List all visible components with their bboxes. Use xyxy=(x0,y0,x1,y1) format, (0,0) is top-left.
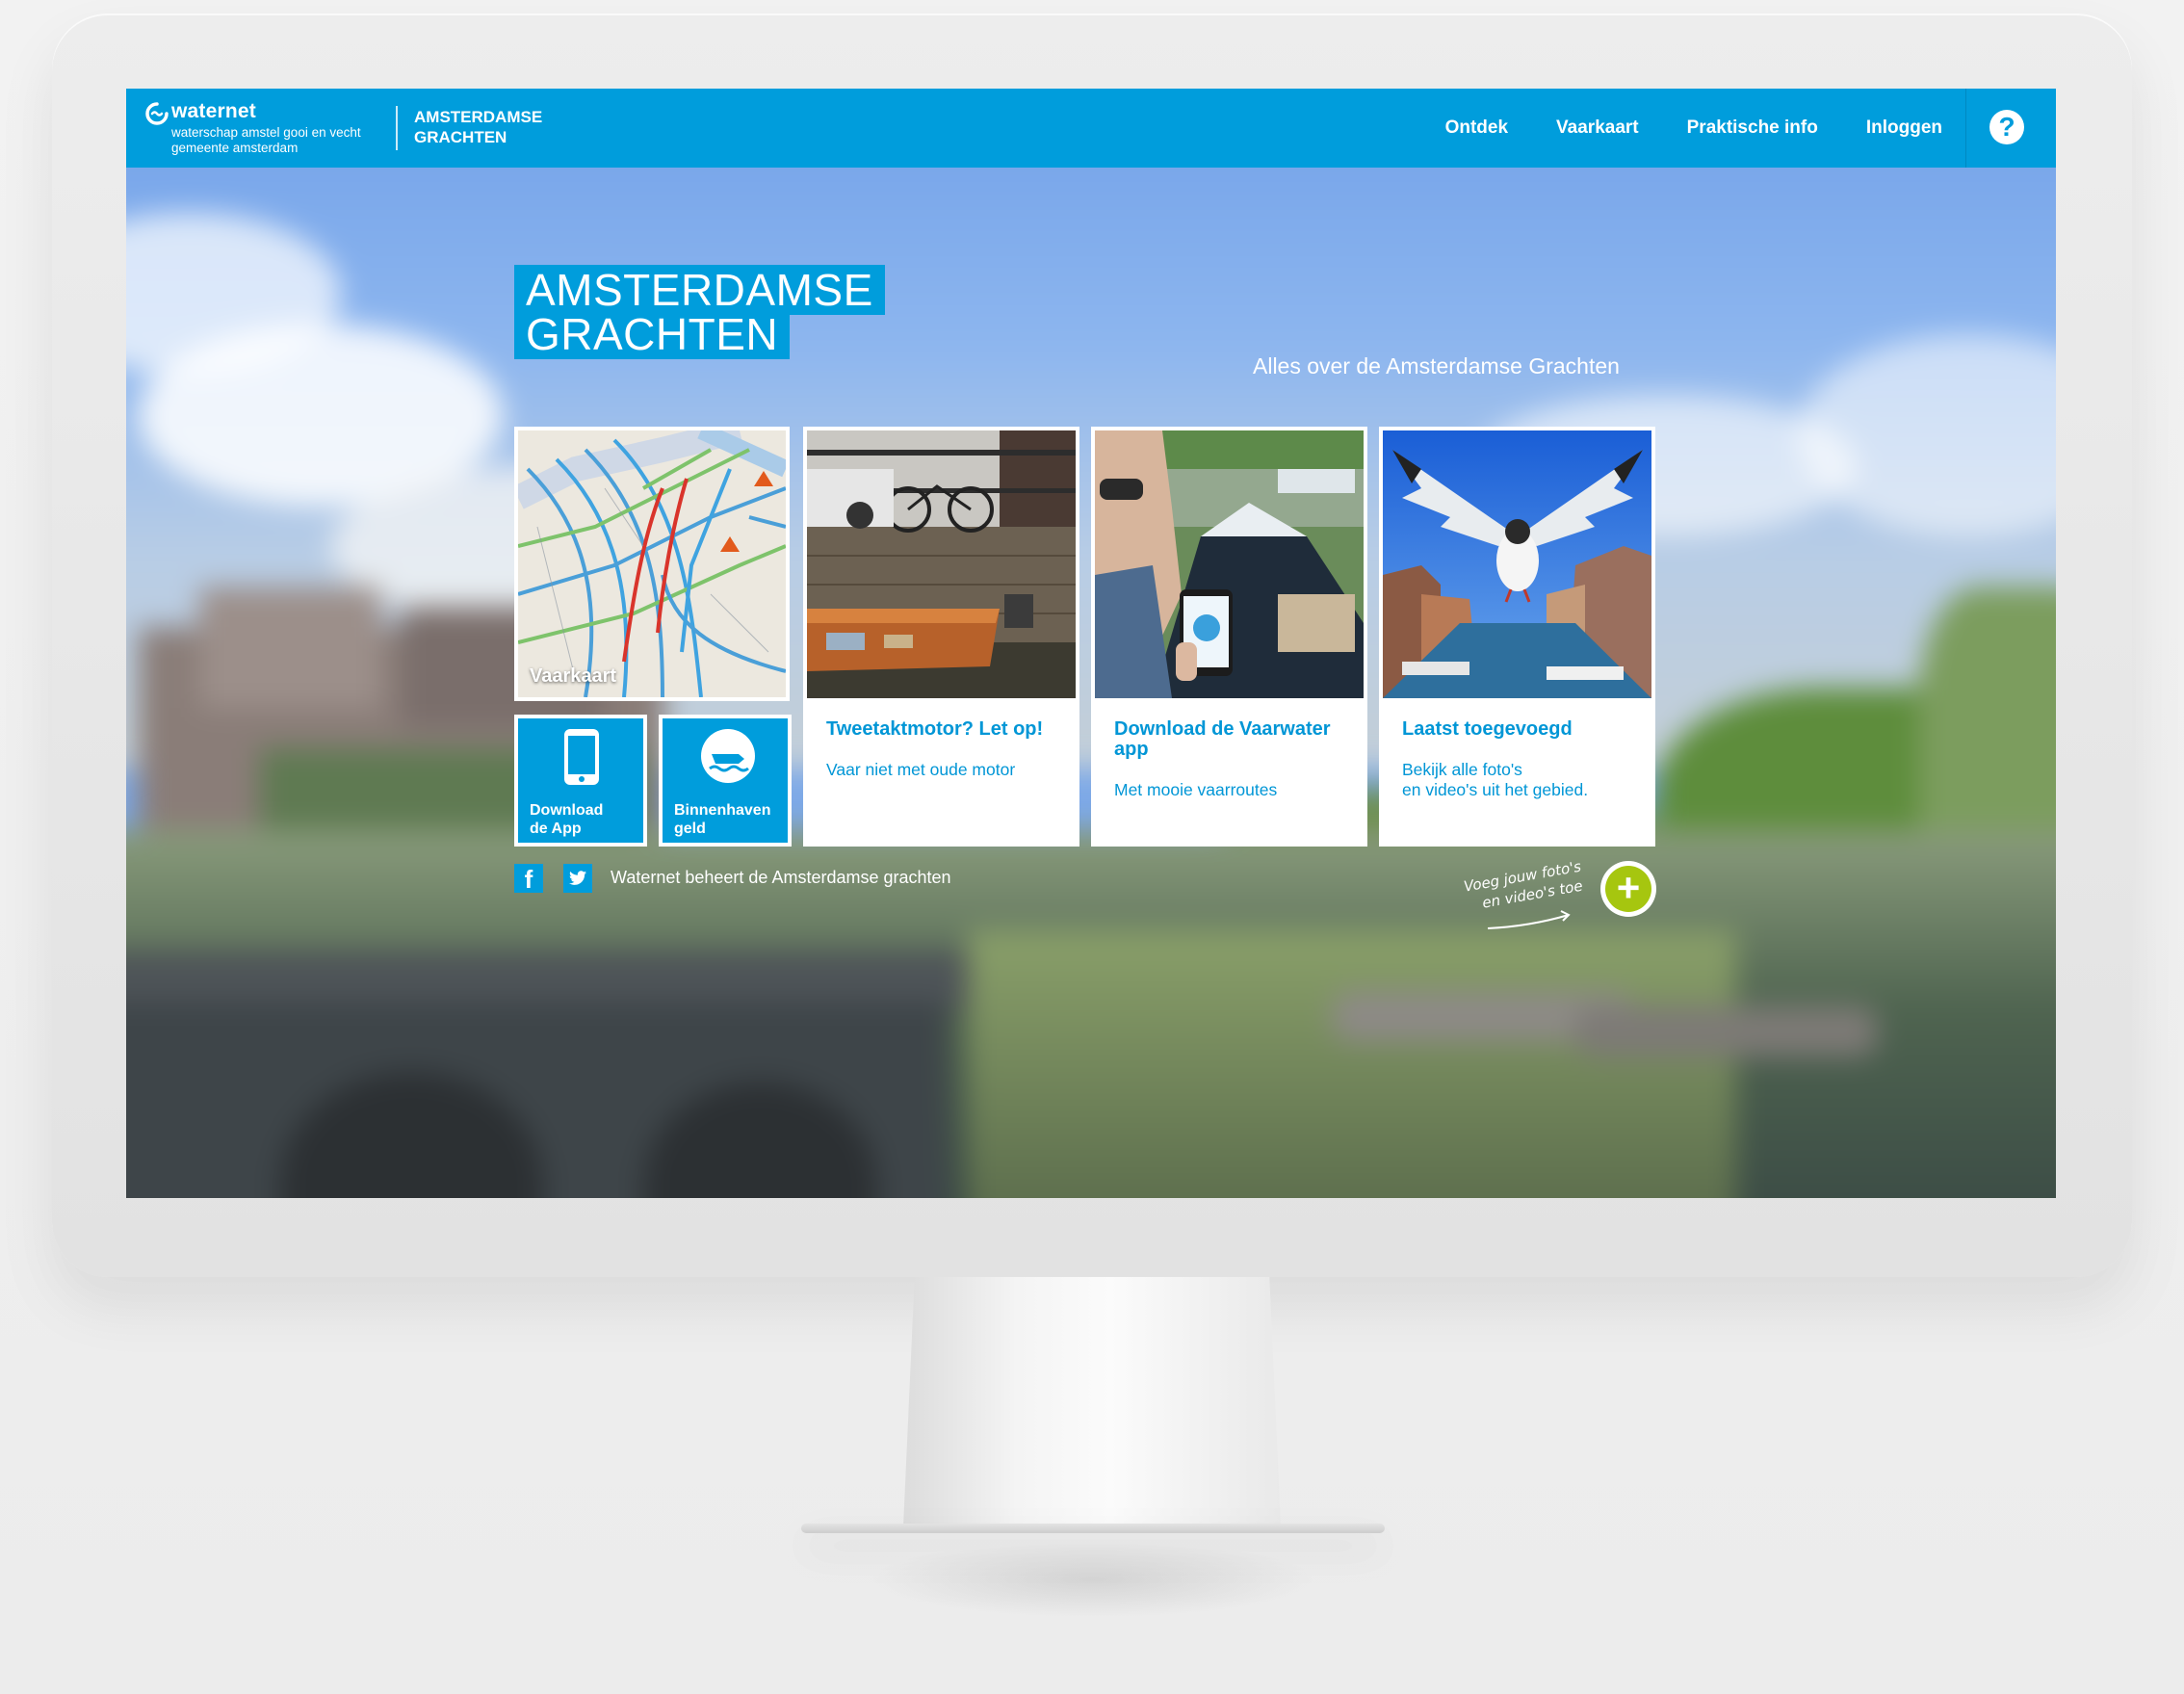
download-app-label-line2: de App xyxy=(530,821,582,837)
help-button[interactable]: ? xyxy=(1965,89,2056,168)
add-media-cta[interactable]: Voeg jouw foto's en video's toe + xyxy=(1463,858,1657,938)
twitter-bird xyxy=(569,871,586,885)
vaarkaart-tile[interactable]: Vaarkaart xyxy=(514,427,790,701)
card-tweetaktmotor[interactable]: Tweetaktmotor? Let op! Vaar niet met oud… xyxy=(803,427,1079,847)
stand-shadow xyxy=(867,1541,1319,1618)
twitter-icon[interactable] xyxy=(563,864,592,893)
card-description: Met mooie vaarroutes xyxy=(1114,780,1278,799)
site-title-line1: AMSTERDAMSE xyxy=(414,108,543,126)
logo-subtitle-2: gemeente amsterdam xyxy=(171,141,299,155)
nav-link-ontdek[interactable]: Ontdek xyxy=(1445,117,1508,139)
card-title: Laatst toegevoegd xyxy=(1402,718,1573,740)
monitor-stand xyxy=(903,1277,1281,1527)
binnenhavengeld-label-line1: Binnenhaven xyxy=(674,802,771,819)
nav-links: Ontdek Vaarkaart Praktische info Inlogge… xyxy=(1445,89,1942,168)
card-photo-boat-bikes xyxy=(807,430,1076,698)
hero-subtitle: Alles over de Amsterdamse Grachten xyxy=(1253,353,1620,378)
hero-title-line2: GRACHTEN xyxy=(514,309,791,359)
card-title: Tweetaktmotor? Let op! xyxy=(826,718,1044,740)
nav-divider xyxy=(396,106,398,150)
download-app-label: Download de App xyxy=(530,801,603,838)
site-title-line2: GRACHTEN xyxy=(414,128,507,146)
phone-icon xyxy=(564,729,599,785)
nav-link-inloggen[interactable]: Inloggen xyxy=(1866,117,1942,139)
nav-link-vaarkaart[interactable]: Vaarkaart xyxy=(1556,117,1639,139)
nav-link-praktische-info[interactable]: Praktische info xyxy=(1687,117,1818,139)
waternet-logo-icon xyxy=(145,102,169,125)
top-navbar: waternet waterschap amstel gooi en vecht… xyxy=(126,89,2056,168)
add-media-button[interactable]: + xyxy=(1600,861,1656,917)
site-title[interactable]: AMSTERDAMSE GRACHTEN xyxy=(414,107,542,147)
map-thumbnail xyxy=(518,430,786,697)
waternet-logo[interactable]: waternet waterschap amstel gooi en vecht… xyxy=(145,100,392,158)
plus-icon: + xyxy=(1605,866,1651,912)
footer-text: Waternet beheert de Amsterdamse grachten xyxy=(611,868,951,887)
card-description: Vaar niet met oude motor xyxy=(826,760,1016,779)
logo-name: waternet xyxy=(171,100,256,122)
monitor-base xyxy=(801,1524,1385,1533)
arrow-icon xyxy=(1487,910,1571,929)
card-vaarwater-app[interactable]: Download de Vaarwater app Met mooie vaar… xyxy=(1091,427,1367,847)
vaarkaart-label: Vaarkaart xyxy=(530,665,617,687)
binnenhavengeld-tile[interactable]: Binnenhaven geld xyxy=(659,715,792,847)
card-photo-seagull-canal xyxy=(1383,430,1651,698)
screen: waternet waterschap amstel gooi en vecht… xyxy=(126,89,2056,1198)
download-app-tile[interactable]: Download de App xyxy=(514,715,647,847)
logo-subtitle-1: waterschap amstel gooi en vecht xyxy=(171,125,361,140)
boat-icon xyxy=(701,729,755,783)
binnenhavengeld-label: Binnenhaven geld xyxy=(674,801,770,838)
card-laatst-toegevoegd[interactable]: Laatst toegevoegd Bekijk alle foto's en … xyxy=(1379,427,1655,847)
help-icon: ? xyxy=(1989,110,2024,144)
card-title: Download de Vaarwater app xyxy=(1114,718,1331,760)
card-description-line1: Bekijk alle foto's xyxy=(1402,760,1522,779)
hero-title-line1: AMSTERDAMSE xyxy=(514,265,885,315)
binnenhavengeld-label-line2: geld xyxy=(674,821,706,837)
download-app-label-line1: Download xyxy=(530,802,604,819)
card-description-line2: en video's uit het gebied. xyxy=(1402,780,1589,799)
card-photo-phone-boat xyxy=(1095,430,1364,698)
facebook-icon[interactable]: f xyxy=(514,864,543,894)
